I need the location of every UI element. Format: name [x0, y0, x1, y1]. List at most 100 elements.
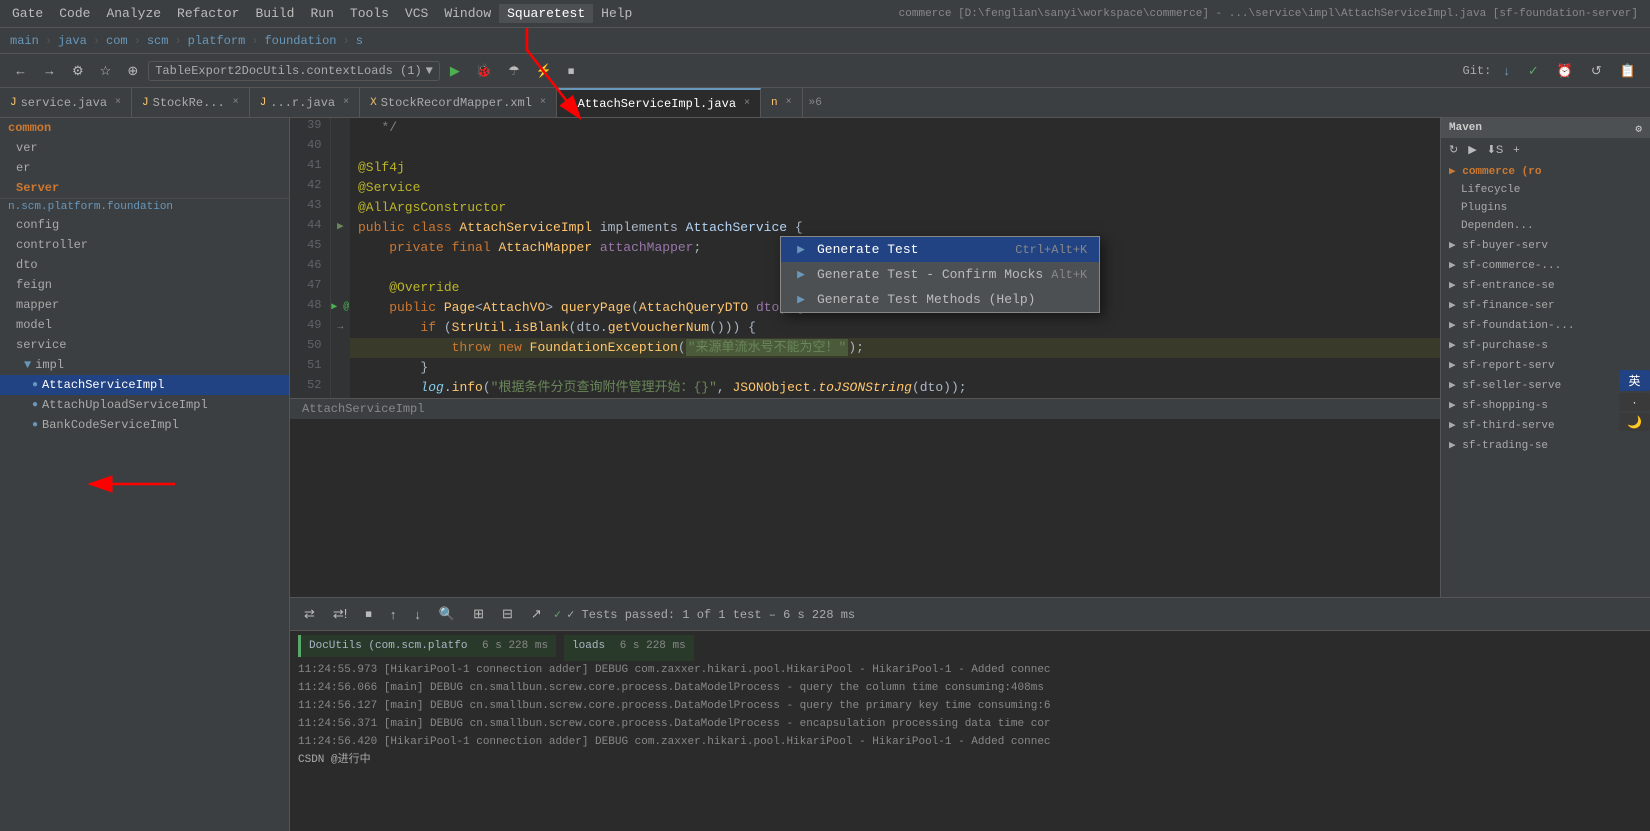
sidebar-item-er[interactable]: er: [0, 158, 289, 178]
code-editor[interactable]: 39 */ 40: [290, 118, 1440, 597]
bc-s[interactable]: s: [354, 34, 365, 48]
tab-stockre[interactable]: J StockRe... ×: [132, 88, 250, 117]
bc-main[interactable]: main: [8, 34, 41, 48]
sidebar-item-dto[interactable]: dto: [0, 255, 289, 275]
maven-sf-buyer[interactable]: ▶ sf-buyer-serv: [1441, 235, 1650, 255]
sidebar-item-server[interactable]: Server: [0, 178, 289, 198]
sidebar-item-attachupload[interactable]: ● AttachUploadServiceImpl: [0, 395, 289, 415]
maven-refresh-btn[interactable]: ↻: [1445, 142, 1462, 157]
maven-sf-entrance[interactable]: ▶ sf-entrance-se: [1441, 275, 1650, 295]
maven-sf-trading[interactable]: ▶ sf-trading-se: [1441, 435, 1650, 455]
tab-rjava[interactable]: J ...r.java ×: [250, 88, 360, 117]
bc-scm[interactable]: scm: [145, 34, 171, 48]
bc-platform[interactable]: platform: [186, 34, 248, 48]
tab-close-stockre[interactable]: ×: [233, 97, 239, 108]
dropdown-generate-test[interactable]: ▶ Generate Test Ctrl+Alt+K: [781, 237, 1099, 262]
menu-tools[interactable]: Tools: [342, 4, 397, 23]
git-undo-btn[interactable]: ↺: [1585, 60, 1608, 82]
menu-code[interactable]: Code: [51, 4, 98, 23]
dropdown-generate-test-methods[interactable]: ▶ Generate Test Methods (Help): [781, 287, 1099, 312]
coverage-btn[interactable]: ☂: [502, 60, 526, 82]
menu-squaretest[interactable]: Squaretest: [499, 4, 593, 23]
sidebar-item-impl[interactable]: ▼ impl: [0, 355, 289, 375]
filter-btn[interactable]: 🔍: [433, 603, 461, 625]
sidebar-group-common[interactable]: common: [0, 118, 289, 138]
menu-window[interactable]: Window: [436, 4, 499, 23]
editor-and-right: 39 */ 40: [290, 118, 1650, 597]
bc-com[interactable]: com: [104, 34, 130, 48]
maven-sf-purchase[interactable]: ▶ sf-purchase-s: [1441, 335, 1650, 355]
bc-java[interactable]: java: [56, 34, 89, 48]
navigate-back-btn[interactable]: ←: [8, 60, 33, 81]
git-update-btn[interactable]: ↓: [1497, 60, 1516, 81]
menu-gate[interactable]: Gate: [4, 4, 51, 23]
tab-close-service[interactable]: ×: [115, 97, 121, 108]
run-config-selector[interactable]: TableExport2DocUtils.contextLoads (1) ▼: [148, 61, 440, 81]
run-debug-icon-48[interactable]: ▶ @: [331, 302, 349, 313]
tab-close-n[interactable]: ×: [786, 97, 792, 108]
maven-lifecycle[interactable]: Lifecycle: [1441, 181, 1650, 199]
ime-chinese-btn[interactable]: 英: [1619, 370, 1650, 391]
debug-btn[interactable]: 🐞: [470, 60, 498, 82]
tab-close-attach[interactable]: ×: [744, 98, 750, 109]
add-btn[interactable]: ⊕: [121, 60, 144, 82]
sidebar-item-controller[interactable]: controller: [0, 235, 289, 255]
tab-label-service: service.java: [21, 96, 107, 110]
rerun-btn[interactable]: ⇄: [298, 603, 321, 625]
git-history-btn[interactable]: 📋: [1614, 60, 1642, 82]
sidebar-item-mapper[interactable]: mapper: [0, 295, 289, 315]
sidebar-item-feign[interactable]: feign: [0, 275, 289, 295]
maven-settings-icon[interactable]: ⚙: [1635, 122, 1642, 136]
profile-btn[interactable]: ⚡: [530, 60, 558, 82]
tab-service[interactable]: J service.java ×: [0, 88, 132, 117]
ime-dot-btn[interactable]: ·: [1619, 393, 1650, 411]
git-commit-btn[interactable]: ✓: [1522, 60, 1545, 82]
bc-foundation[interactable]: foundation: [262, 34, 338, 48]
sidebar-item-bankcode[interactable]: ● BankCodeServiceImpl: [0, 415, 289, 435]
stop-btn[interactable]: ⏹: [562, 60, 581, 82]
sidebar-item-config[interactable]: config: [0, 215, 289, 235]
menu-vcs[interactable]: VCS: [397, 4, 436, 23]
maven-sf-commerce[interactable]: ▶ sf-commerce-...: [1441, 255, 1650, 275]
scroll-to-top-btn[interactable]: ↑: [384, 604, 403, 625]
expand-btn[interactable]: ⊞: [467, 603, 490, 625]
tab-close-rjava[interactable]: ×: [343, 97, 349, 108]
export-btn[interactable]: ↗: [525, 603, 548, 625]
maven-run-btn[interactable]: ▶: [1464, 142, 1480, 157]
menu-refactor[interactable]: Refactor: [169, 4, 247, 23]
tab-xml[interactable]: X StockRecordMapper.xml ×: [360, 88, 557, 117]
menu-analyze[interactable]: Analyze: [98, 4, 169, 23]
menu-build[interactable]: Build: [247, 4, 302, 23]
ime-moon-btn[interactable]: 🌙: [1619, 413, 1650, 431]
maven-commerce[interactable]: ▶ commerce (ro: [1441, 161, 1650, 181]
run-btn[interactable]: ▶: [444, 60, 466, 82]
settings-btn[interactable]: ⚙: [66, 60, 90, 82]
sidebar-item-service[interactable]: service: [0, 335, 289, 355]
scroll-to-bottom-btn[interactable]: ↓: [408, 604, 427, 625]
tab-n[interactable]: n ×: [761, 88, 803, 117]
menu-help[interactable]: Help: [593, 4, 640, 23]
git-push-btn[interactable]: ⏰: [1551, 60, 1579, 82]
menu-run[interactable]: Run: [302, 4, 341, 23]
tab-attachserviceimpl[interactable]: J AttachServiceImpl.java ×: [557, 88, 761, 117]
console-output[interactable]: DocUtils (com.scm.platfo 6 s 228 ms load…: [290, 631, 1650, 831]
maven-add-btn[interactable]: +: [1509, 142, 1523, 157]
navigate-forward-btn[interactable]: →: [37, 60, 62, 81]
collapse-btn[interactable]: ⊟: [496, 603, 519, 625]
maven-sf-finance[interactable]: ▶ sf-finance-ser: [1441, 295, 1650, 315]
maven-dependencies[interactable]: Dependen...: [1441, 217, 1650, 235]
bookmark-btn[interactable]: ☆: [94, 60, 118, 82]
sidebar-item-attachserviceimpl[interactable]: ● AttachServiceImpl: [0, 375, 289, 395]
sidebar-item-ver[interactable]: ver: [0, 138, 289, 158]
maven-plugins[interactable]: Plugins: [1441, 199, 1650, 217]
stop-test-btn[interactable]: ⏹: [359, 603, 378, 625]
maven-sf-foundation[interactable]: ▶ sf-foundation-...: [1441, 315, 1650, 335]
rerun-failed-btn[interactable]: ⇄!: [327, 603, 354, 625]
sidebar-item-model[interactable]: model: [0, 315, 289, 335]
dropdown-generate-test-confirm[interactable]: ▶ Generate Test - Confirm Mocks Alt+K: [781, 262, 1099, 287]
run-gutter-44[interactable]: ▶: [337, 221, 344, 233]
test-item-docutils[interactable]: DocUtils (com.scm.platfo 6 s 228 ms: [298, 635, 556, 657]
tab-close-xml[interactable]: ×: [540, 97, 546, 108]
test-item-loads[interactable]: loads 6 s 228 ms: [564, 635, 694, 661]
maven-download-src-btn[interactable]: ⬇S: [1483, 142, 1508, 157]
